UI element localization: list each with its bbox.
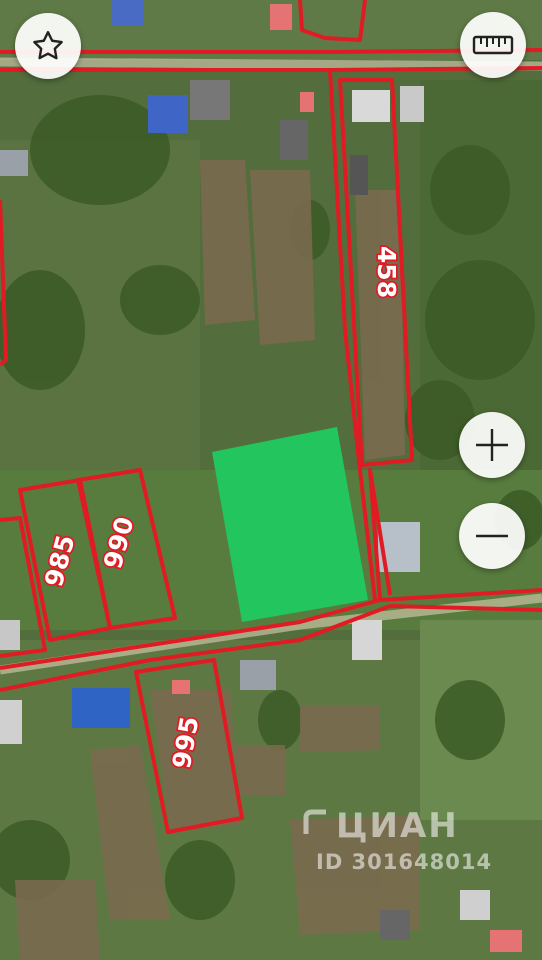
favorite-button[interactable] [15, 13, 81, 79]
parcel-number-label: 458 [372, 246, 401, 298]
ruler-button[interactable] [460, 12, 526, 78]
zoom-out-button[interactable] [459, 503, 525, 569]
cian-logo-icon [300, 808, 330, 842]
ruler-icon [472, 33, 514, 57]
watermark-brand: ЦИАН [336, 806, 459, 846]
zoom-in-button[interactable] [459, 412, 525, 478]
plus-icon [473, 426, 511, 464]
star-outline-icon [30, 28, 66, 64]
satellite-map[interactable]: 458 985 990 995 [0, 0, 542, 960]
minus-icon [473, 517, 511, 555]
watermark-listing-id: ID 301648014 [316, 850, 493, 874]
